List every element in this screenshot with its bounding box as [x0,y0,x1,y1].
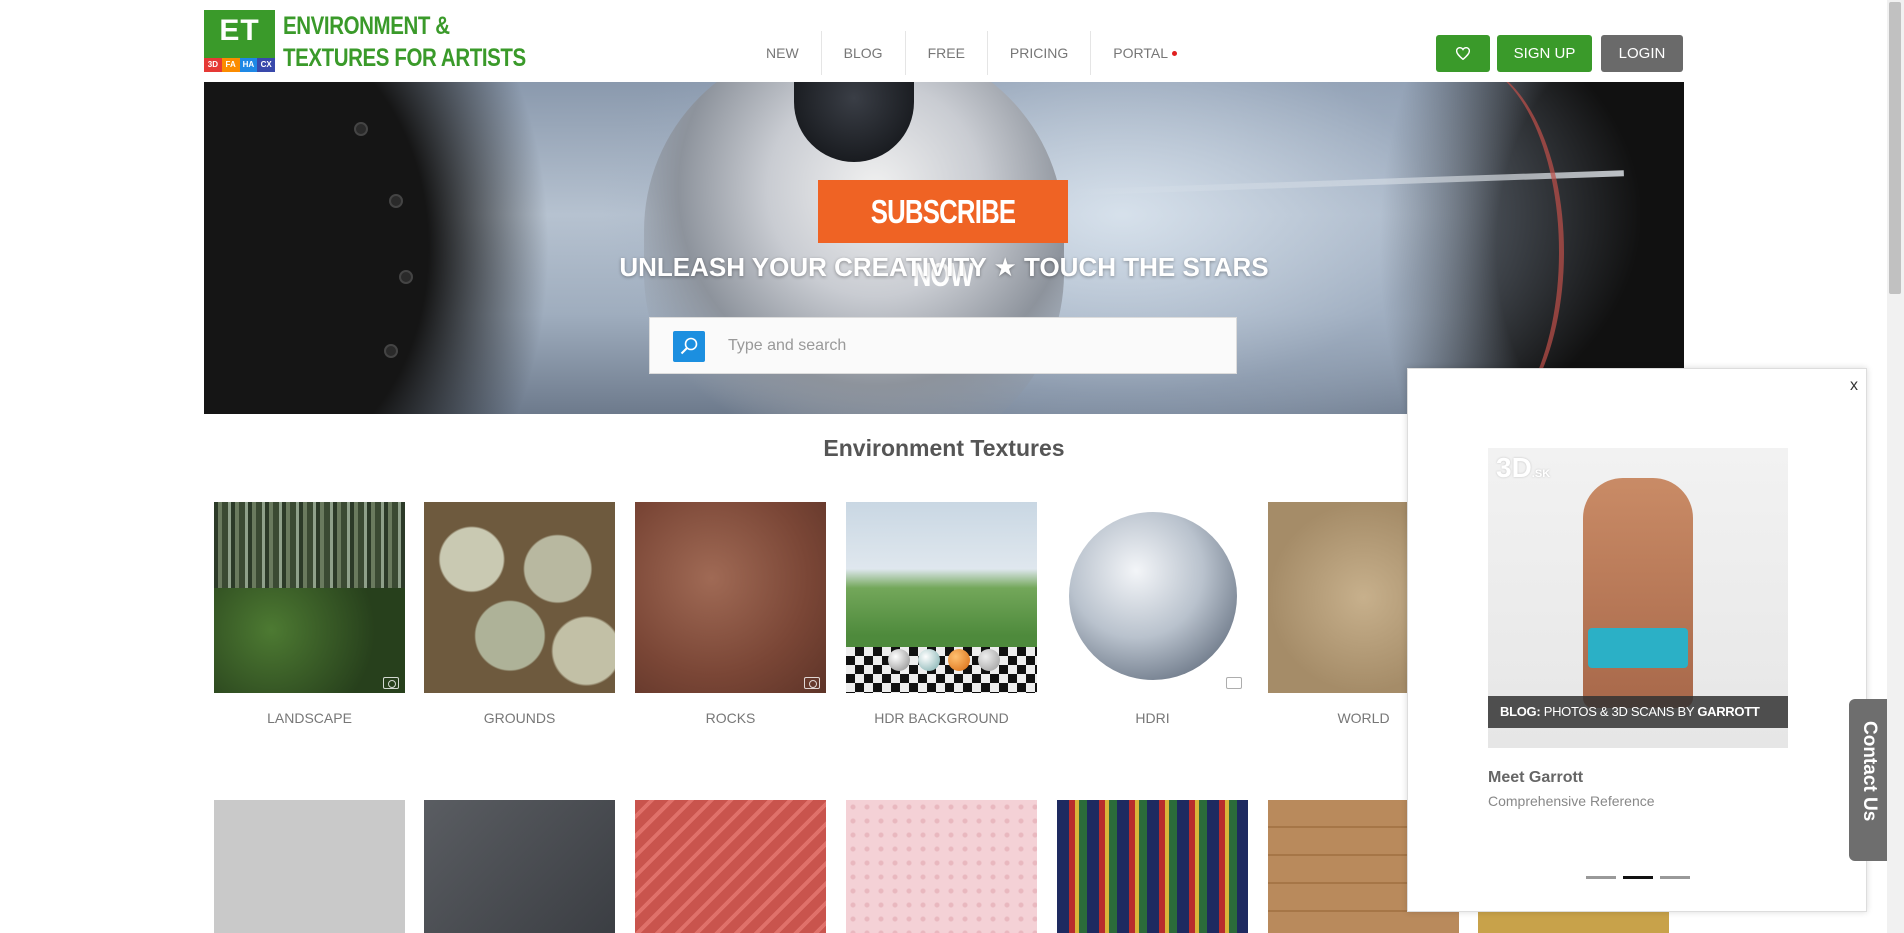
logo-title[interactable]: ENVIRONMENT & TEXTURES FOR ARTISTS [283,10,526,74]
category-tile-rocks[interactable] [635,502,826,693]
logo-tags: 3D FA HA CX [204,58,275,72]
category-label-rocks[interactable]: ROCKS [635,710,826,726]
category-label-landscape[interactable]: LANDSCAPE [214,710,405,726]
site-header: ET 3D FA HA CX ENVIRONMENT & TEXTURES FO… [204,0,1684,82]
hero-tagline: UNLEASH YOUR CREATIVITY ★ TOUCH THE STAR… [619,252,1269,282]
carousel-dot-2[interactable] [1623,876,1653,879]
3dsk-logo: 3D.SK [1496,452,1551,483]
category-label-hdri[interactable]: HDRI [1057,710,1248,726]
page-scrollbar[interactable] [1887,0,1904,933]
contact-us-label: Contact Us [1859,721,1880,822]
nav-free[interactable]: FREE [904,31,987,75]
glass-sphere [918,649,940,671]
logo-tag-ha: HA [239,58,258,72]
signup-button[interactable]: SIGN UP [1497,35,1592,72]
nav-pricing[interactable]: PRICING [986,31,1090,75]
search-input[interactable] [728,332,1218,360]
nav-portal-label: PORTAL [1113,45,1168,61]
search-box [649,317,1237,374]
logo-initials: ET [219,14,260,47]
popup-subtitle: Comprehensive Reference [1488,793,1655,809]
carousel-dot-1[interactable] [1586,876,1616,879]
popup-close-button[interactable]: x [1850,377,1858,395]
subscribe-label: SUBSCRIBE NOW [870,193,1016,293]
nav-new[interactable]: NEW [744,31,821,75]
carousel-dot-3[interactable] [1660,876,1690,879]
hero-bolt [354,122,368,136]
nav-blog[interactable]: BLOG [820,31,905,75]
category-tile-landscape[interactable] [214,502,405,693]
caption-text: PHOTOS & 3D SCANS BY [1543,704,1695,719]
landscape-thumbnail [214,587,405,693]
nav-portal[interactable]: PORTAL [1090,31,1199,75]
category-label-hdr-background[interactable]: HDR BACKGROUND [846,710,1037,726]
category-tile-hdr-background[interactable] [846,502,1037,693]
chrome-sphere [888,649,910,671]
popup-image[interactable]: 3D.SK BLOG: PHOTOS & 3D SCANS BY GARROTT [1488,448,1788,748]
subscribe-now-button[interactable]: SUBSCRIBE NOW [818,180,1068,293]
logo-tag-3d: 3D [204,58,222,72]
checker-floor [846,647,1037,693]
orange-sphere [948,649,970,671]
contact-us-tab[interactable]: Contact Us [1849,699,1889,861]
category-tile-marble[interactable] [424,800,615,933]
main-nav: NEW BLOG FREE PRICING PORTAL [744,30,1199,75]
category-tile-grounds[interactable] [424,502,615,693]
popup-caption: BLOG: PHOTOS & 3D SCANS BY GARROTT [1488,696,1788,728]
hero-bolt [384,344,398,358]
category-tile-tiles[interactable] [846,800,1037,933]
category-label-grounds[interactable]: GROUNDS [424,710,615,726]
portal-notification-dot [1172,50,1177,56]
camera-icon [1226,677,1242,689]
carousel-dots [1586,876,1690,879]
caption-name: GARROTT [1697,704,1760,719]
hdri-sphere [1069,512,1237,680]
heart-icon [1455,46,1471,61]
model-figure [1583,478,1693,708]
category-tile-hdri[interactable] [1057,502,1248,693]
hero-porthole-ring [1364,82,1564,414]
popup-title[interactable]: Meet Garrott [1488,769,1583,787]
search-icon[interactable] [673,331,705,362]
category-tile-stained-glass[interactable] [1057,800,1248,933]
hero-bolt [389,194,403,208]
logo-tag-fa: FA [221,58,240,72]
category-tile-pattern[interactable] [635,800,826,933]
camera-icon [804,677,820,689]
camera-icon [383,677,399,689]
hero-banner: SUBSCRIBE NOW UNLEASH YOUR CREATIVITY ★ … [204,82,1684,414]
login-button[interactable]: LOGIN [1601,35,1683,72]
blog-popup: x 3D.SK BLOG: PHOTOS & 3D SCANS BY GARRO… [1407,368,1867,912]
logo-title-line1: ENVIRONMENT & [283,12,450,40]
favorites-button[interactable] [1436,35,1490,72]
logo-title-line2: TEXTURES FOR ARTISTS [283,44,526,72]
caption-prefix: BLOG: [1500,704,1541,719]
grey-sphere [978,649,1000,671]
model-shorts [1588,628,1688,668]
scrollbar-thumb[interactable] [1889,2,1901,294]
logo[interactable]: ET 3D FA HA CX [204,10,275,72]
category-tile-concrete[interactable] [214,800,405,933]
logo-tag-cx: CX [257,58,275,72]
